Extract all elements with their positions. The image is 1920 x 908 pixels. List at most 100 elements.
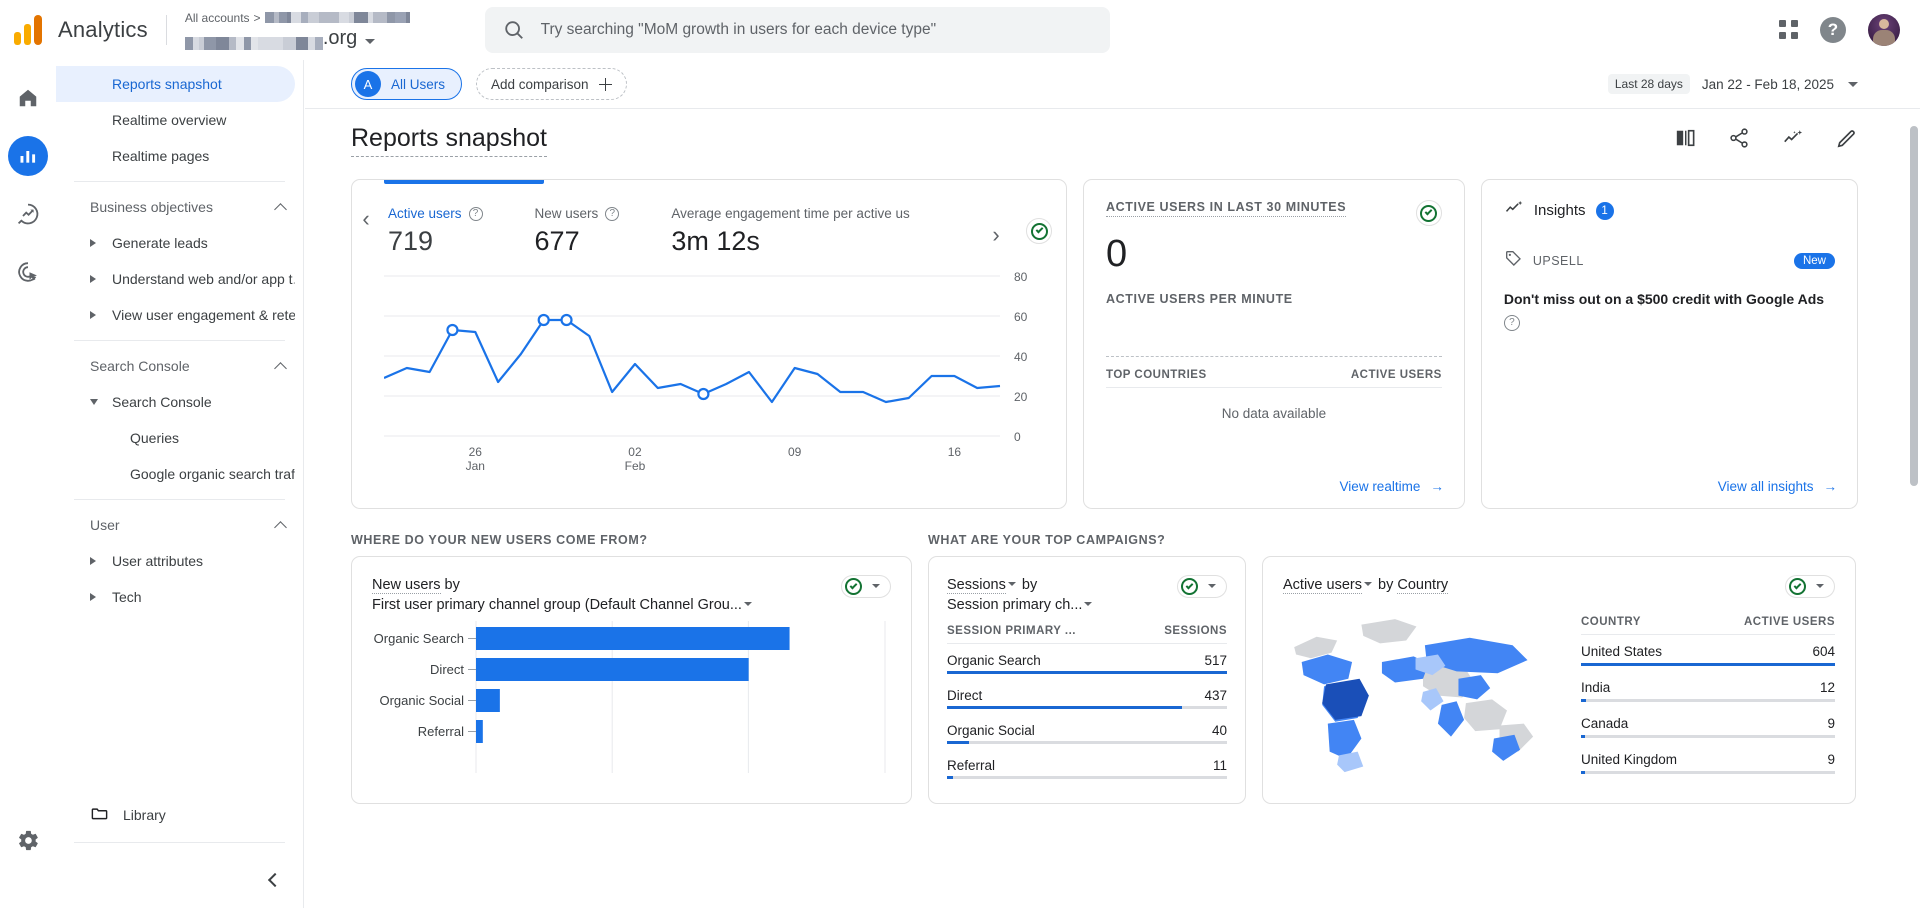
card-controls[interactable] [841,575,891,598]
date-range-picker[interactable]: Last 28 days Jan 22 - Feb 18, 2025 [1608,74,1920,94]
arrow-right-icon: → [1430,479,1444,494]
metric-active-users[interactable]: Active users ? 719 [388,206,483,257]
segment-chip-all-users[interactable]: A All Users [351,68,462,100]
sidebar-item-label: View user engagement & rete... [112,307,295,323]
help-icon[interactable]: ? [1504,315,1520,331]
add-comparison-button[interactable]: Add comparison [476,68,627,100]
tag-icon [1504,249,1523,273]
country-table: COUNTRY ACTIVE USERS United States604Ind… [1581,606,1835,779]
row-value: 12 [1711,671,1835,699]
sidebar-item-label: Realtime pages [112,148,209,164]
edit-icon[interactable] [1836,127,1858,154]
row-progress-bar [1581,663,1835,671]
next-metric-button[interactable]: › [982,222,1010,248]
divider [74,499,285,500]
sidebar-group-label: User [90,517,120,533]
sidebar-item-queries[interactable]: Queries [56,420,295,456]
help-icon[interactable]: ? [1820,17,1846,43]
gear-icon[interactable] [8,820,48,860]
help-icon[interactable]: ? [469,207,483,221]
collapse-nav-button[interactable] [259,866,287,894]
svg-text:20: 20 [1014,390,1028,404]
realtime-card-title: ACTIVE USERS IN LAST 30 MINUTES [1106,200,1346,217]
table-row[interactable]: India12 [1581,671,1835,699]
column-header-dimension: SESSION PRIMARY ... [947,615,1135,644]
metric-avg-engagement-time[interactable]: Average engagement time per active us 3m… [671,206,909,257]
divider [74,340,285,341]
card-controls[interactable] [1177,575,1227,598]
chevron-right-icon [90,557,96,565]
dimension-selector[interactable]: First user primary channel group (Defaul… [372,597,742,613]
table-row[interactable]: Organic Search517 [947,644,1227,672]
sidebar-group-search-console[interactable]: Search Console [56,348,303,384]
rail-item-explore[interactable] [8,194,48,234]
chevron-down-icon[interactable] [1208,584,1216,588]
vertical-scrollbar[interactable] [1910,126,1918,486]
sidebar-item-user-attributes[interactable]: User attributes [56,543,295,579]
sidebar-item-view-user-engagement[interactable]: View user engagement & rete... [56,297,295,333]
insights-icon[interactable] [1782,127,1804,154]
sidebar-group-business-objectives[interactable]: Business objectives [56,189,303,225]
row-label: United Kingdom [1581,743,1711,771]
status-badge[interactable] [1026,218,1052,244]
campaigns-card-title: Sessions by Session primary ch... [947,575,1094,615]
sidebar-item-generate-leads[interactable]: Generate leads [56,225,295,261]
chevron-down-icon[interactable] [1364,582,1372,586]
column-header-active-users: ACTIVE USERS [1711,606,1835,635]
sidebar-item-google-organic-search-traffic[interactable]: Google organic search traf... [56,456,295,492]
sidebar-group-user[interactable]: User [56,507,303,543]
svg-text:Jan: Jan [466,459,485,473]
realtime-empty-state: No data available [1106,406,1442,421]
compare-icon[interactable] [1674,128,1696,153]
view-realtime-link[interactable]: View realtime → [1340,479,1444,494]
rail-item-home[interactable] [8,78,48,118]
page-actions [1674,127,1858,154]
sidebar-item-search-console[interactable]: Search Console [56,384,295,420]
table-row[interactable]: United Kingdom9 [1581,743,1835,771]
status-badge[interactable] [1416,200,1442,226]
metric-selector[interactable]: New users [372,577,441,594]
sidebar-item-understand-web-app[interactable]: Understand web and/or app t... [56,261,295,297]
metric-new-users[interactable]: New users ? 677 [535,206,620,257]
table-row[interactable]: Referral11 [947,749,1227,776]
sidebar-item-reports-snapshot[interactable]: Reports snapshot [56,66,295,102]
table-row[interactable]: Canada9 [1581,707,1835,735]
rail-item-advertising[interactable] [8,252,48,292]
check-circle-icon [1031,223,1048,240]
card-controls[interactable] [1785,575,1835,598]
chevron-down-icon[interactable] [872,584,880,588]
row-value: 437 [1135,679,1227,706]
avatar[interactable] [1868,14,1900,46]
view-all-insights-link[interactable]: View all insights → [1718,479,1837,494]
share-icon[interactable] [1728,127,1750,154]
chevron-down-icon[interactable] [1008,582,1016,586]
chevron-down-icon[interactable] [744,602,752,606]
table-row[interactable]: Direct437 [947,679,1227,706]
prev-metric-button[interactable]: ‹ [352,206,380,232]
country-section: Active users by Country [1262,533,1856,804]
search-input[interactable]: Try searching "MoM growth in users for e… [485,7,1110,53]
apps-grid-icon[interactable] [1779,20,1798,39]
dimension-selector[interactable]: Country [1397,577,1448,594]
table-row[interactable]: United States604 [1581,635,1835,663]
sidebar-item-tech[interactable]: Tech [56,579,295,615]
chevron-up-icon [274,203,287,216]
section-header-new-users: WHERE DO YOUR NEW USERS COME FROM? [351,533,912,547]
help-icon[interactable]: ? [605,207,619,221]
chevron-down-icon[interactable] [1084,602,1092,606]
table-row-bar [947,741,1227,749]
metric-selector[interactable]: Active users [1283,577,1362,594]
sidebar-item-realtime-overview[interactable]: Realtime overview [56,102,295,138]
metric-selector[interactable]: Sessions [947,577,1006,594]
world-map[interactable] [1283,606,1563,779]
account-selector[interactable]: All accounts > .org [185,10,410,50]
rail-item-reports[interactable] [8,136,48,176]
sidebar-item-label: Google organic search traf... [130,466,295,482]
sidebar-item-library[interactable]: Library [56,795,303,835]
sidebar-item-realtime-pages[interactable]: Realtime pages [56,138,295,174]
chevron-down-icon[interactable] [1816,584,1824,588]
sidebar-item-label: Library [123,807,166,823]
dimension-selector[interactable]: Session primary ch... [947,597,1082,613]
table-row[interactable]: Organic Social40 [947,714,1227,741]
by-label: by [445,577,460,593]
